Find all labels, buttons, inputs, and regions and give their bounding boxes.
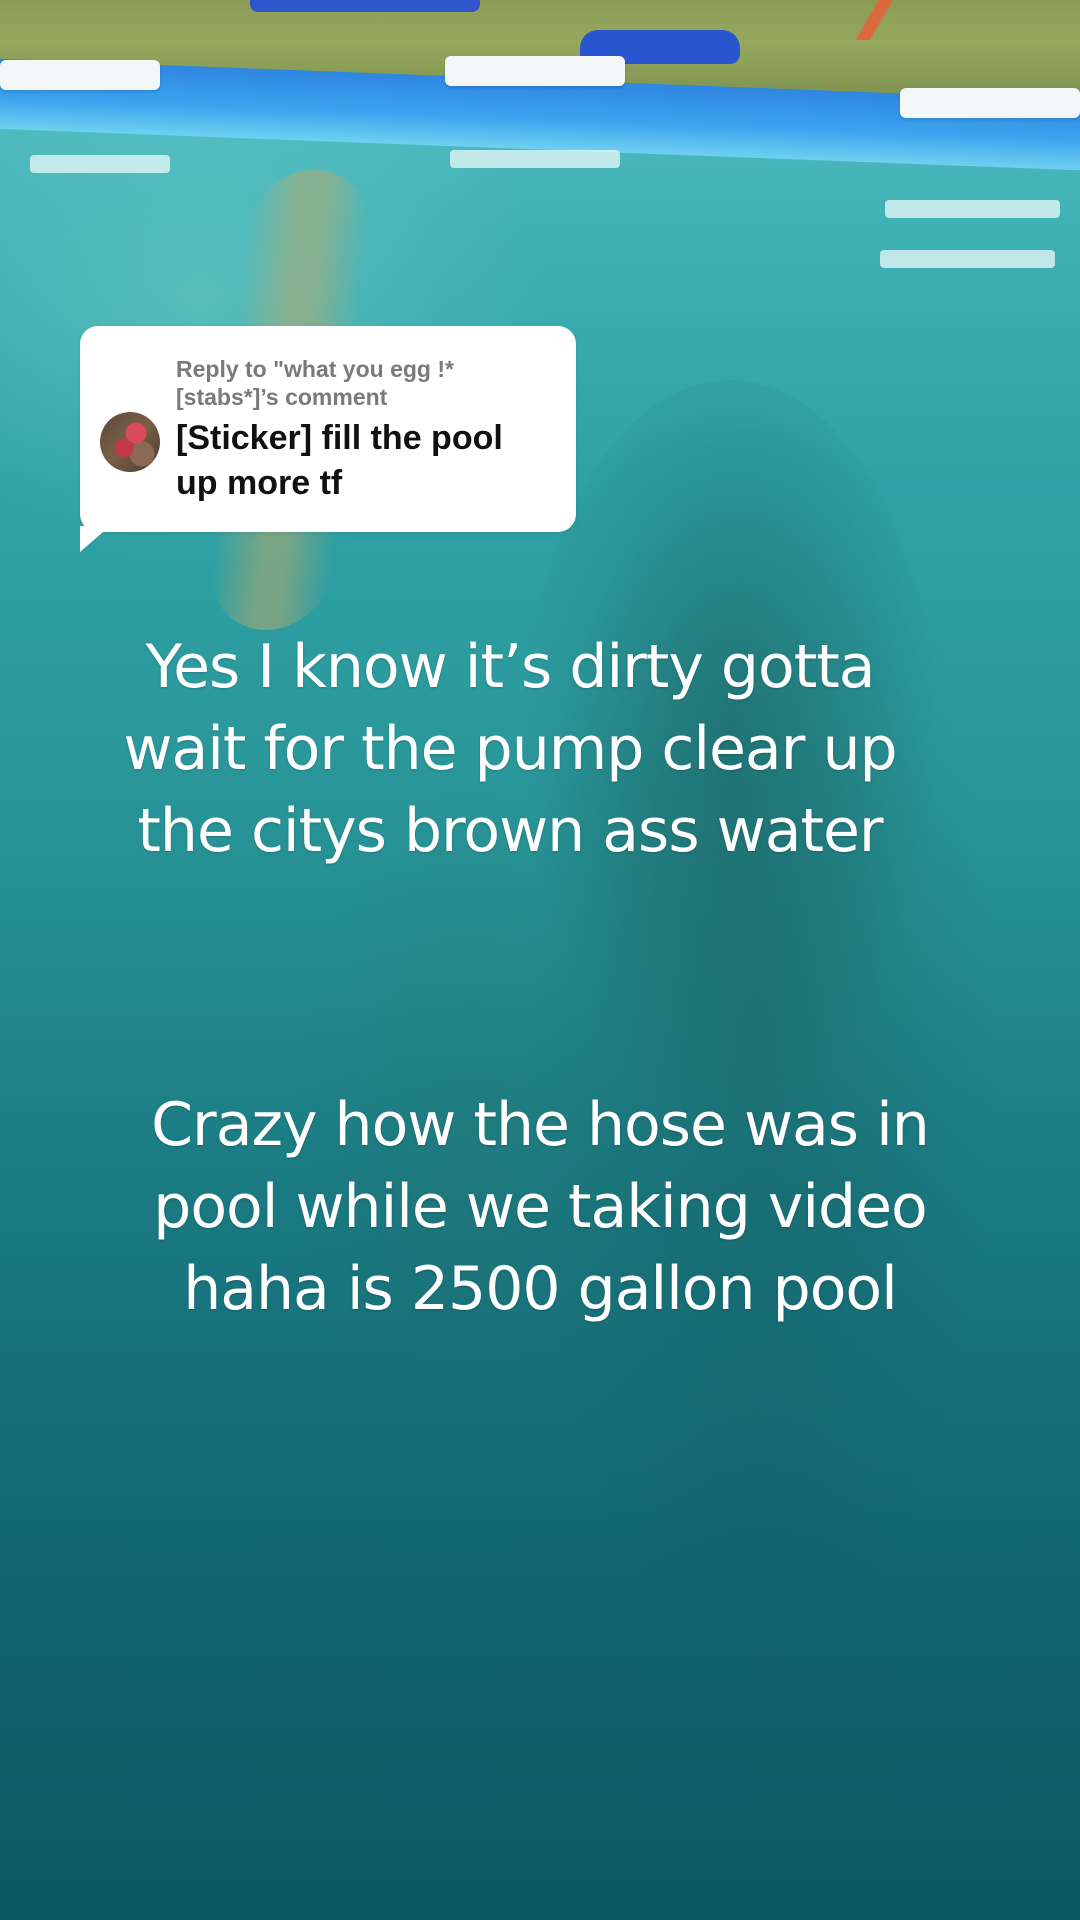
video-caption-1: Yes I know it’s dirty gotta wait for the… (30, 626, 990, 872)
comment-text-line: [Sticker] fill the pool (176, 419, 503, 457)
reply-to-label: Reply to "what you egg !* [stabs*]’s com… (176, 355, 556, 411)
pool-rim-cap (445, 56, 625, 86)
caption-line: the citys brown ass water (137, 796, 883, 866)
video-frame[interactable]: Reply to "what you egg !* [stabs*]’s com… (0, 0, 1080, 1920)
caption-line: Crazy how the hose was in (151, 1090, 930, 1160)
caption-line: wait for the pump clear up (123, 714, 897, 784)
caption-line: pool while we taking video (153, 1172, 928, 1242)
rim-reflection (30, 155, 170, 173)
comment-text: [Sticker] fill the pool up more tf (176, 416, 566, 506)
commenter-avatar[interactable] (100, 412, 160, 472)
video-caption-2: Crazy how the hose was in pool while we … (80, 1084, 1000, 1330)
pool-water-background (0, 0, 1080, 1920)
rim-reflection (450, 150, 620, 168)
reply-to-label-line: Reply to "what you egg !* (176, 356, 454, 382)
pool-rim-cap (900, 88, 1080, 118)
caption-line: Yes I know it’s dirty gotta (145, 632, 875, 702)
rim-reflection (885, 200, 1060, 218)
orange-object (820, 0, 940, 40)
comment-text-line: up more tf (176, 464, 343, 502)
pool-rim-cap (0, 60, 160, 90)
reply-comment-sticker[interactable]: Reply to "what you egg !* [stabs*]’s com… (80, 326, 576, 532)
rim-reflection (880, 250, 1055, 268)
reply-to-label-line: [stabs*]’s comment (176, 384, 388, 410)
blue-object (250, 0, 480, 12)
reply-sticker-tail (80, 526, 110, 552)
caption-line: haha is 2500 gallon pool (183, 1254, 898, 1324)
